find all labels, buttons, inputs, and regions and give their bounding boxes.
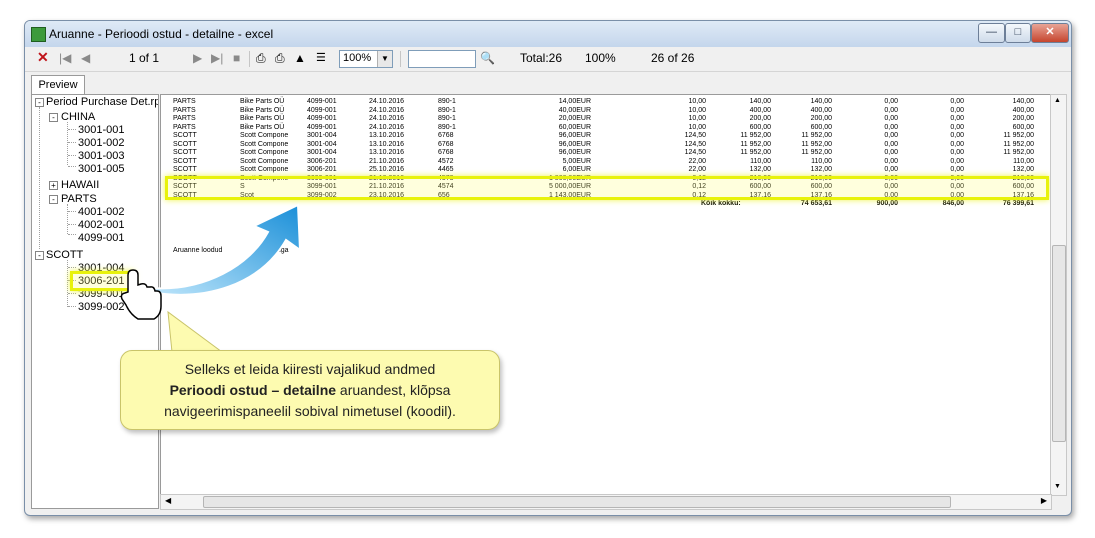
callout-tail <box>167 310 224 353</box>
callout-line-2: Perioodi ostud – detailne aruandest, klõ… <box>121 380 499 401</box>
callout-report-name: Perioodi ostud – detailne <box>169 382 337 398</box>
callout-line-2-rest: aruandest, klõpsa <box>336 382 451 398</box>
callout-line-1: Selleks et leida kiiresti vajalikud andm… <box>184 361 436 377</box>
callout-line-3: navigeerimispaneelil sobival nimetusel (… <box>164 403 456 419</box>
callout-bubble: Selleks et leida kiiresti vajalikud andm… <box>120 350 500 430</box>
